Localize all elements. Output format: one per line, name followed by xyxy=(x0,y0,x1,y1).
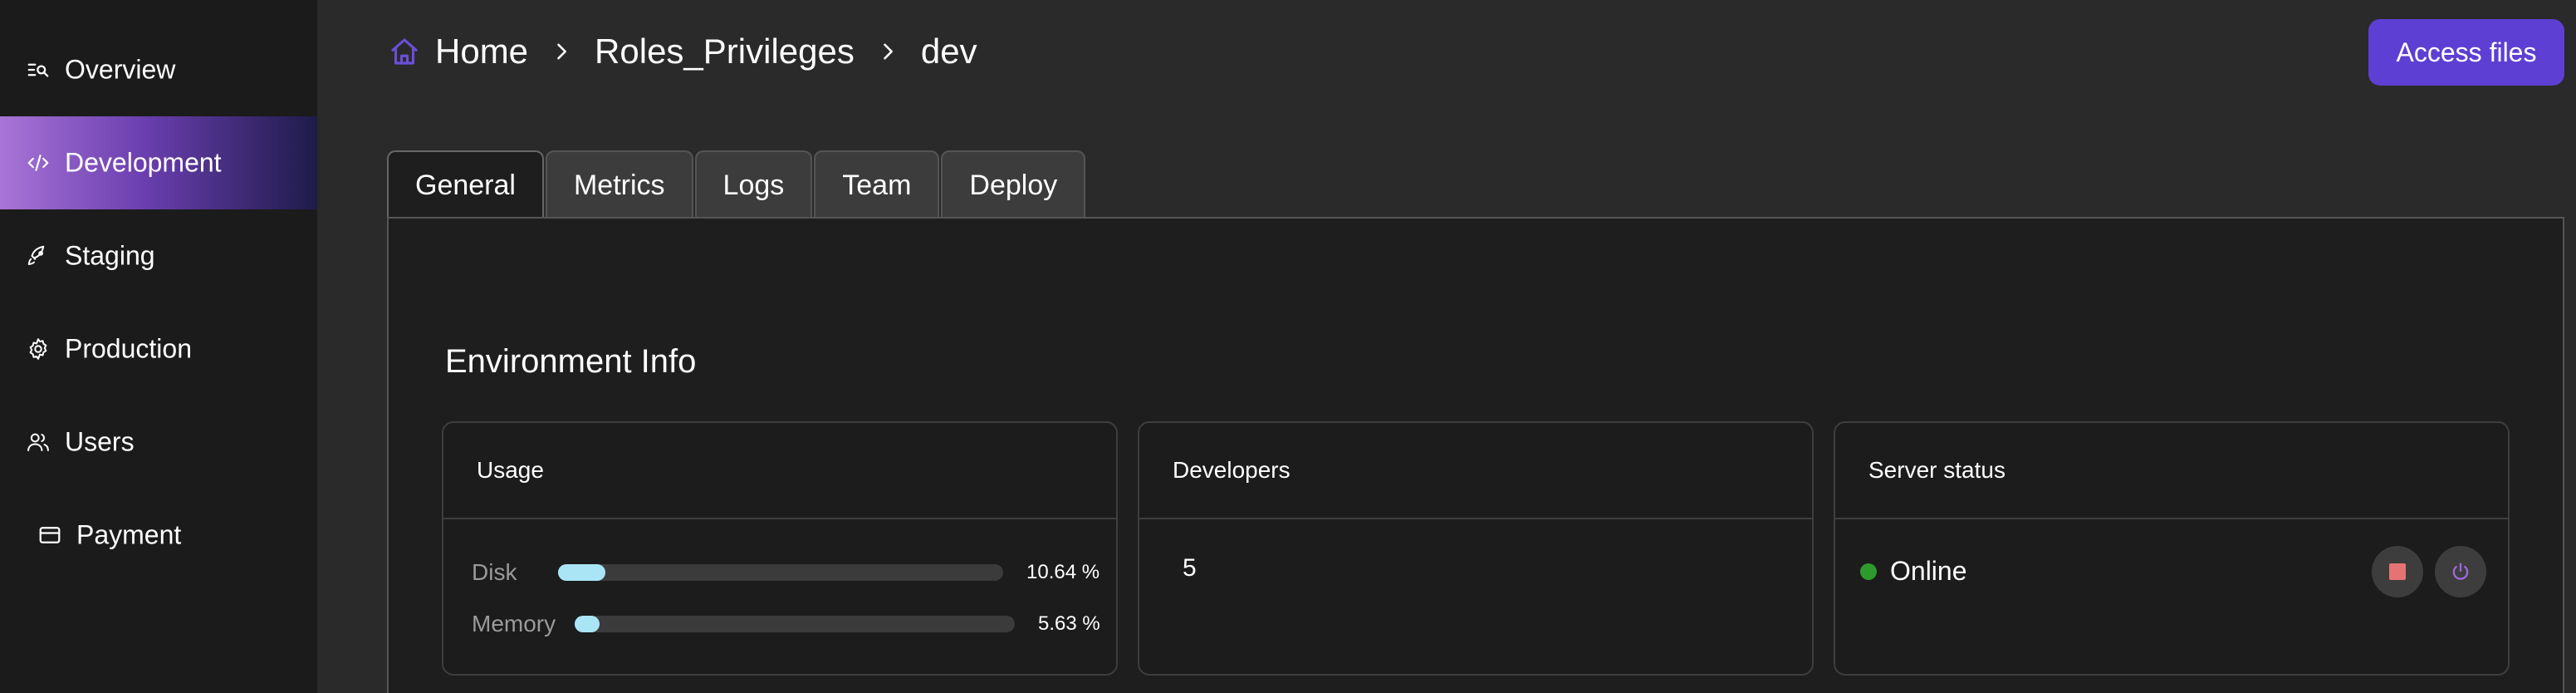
memory-progress-fill xyxy=(575,616,600,632)
chevron-right-icon xyxy=(876,40,899,63)
card-header: Usage xyxy=(443,423,1116,519)
section-title: Environment Info xyxy=(445,343,697,380)
sidebar-item-overview[interactable]: Overview xyxy=(0,23,317,116)
memory-progress-bar xyxy=(575,616,1015,632)
tab-general[interactable]: General xyxy=(387,150,544,219)
card-title: Server status xyxy=(1868,457,2005,483)
sidebar-item-label: Development xyxy=(65,147,222,178)
credit-card-icon xyxy=(37,522,63,548)
app-root: Overview Development Staging Production … xyxy=(0,0,2576,693)
breadcrumb-home[interactable]: Home xyxy=(435,32,528,71)
sidebar-item-label: Staging xyxy=(65,240,155,271)
server-status-card: Server status Online xyxy=(1834,421,2510,676)
memory-value: 5.63 % xyxy=(1038,612,1100,635)
developer-count: 5 xyxy=(1183,554,1197,582)
disk-label: Disk xyxy=(472,559,517,585)
card-title: Developers xyxy=(1173,457,1290,483)
restart-server-button[interactable] xyxy=(2435,546,2486,597)
rocket-icon xyxy=(25,243,51,269)
memory-label: Memory xyxy=(472,611,556,636)
sidebar-item-label: Payment xyxy=(76,519,182,550)
disk-progress-fill xyxy=(558,564,606,581)
sidebar-item-payment[interactable]: Payment xyxy=(0,489,317,582)
sidebar-item-label: Production xyxy=(65,333,192,364)
breadcrumb: Home Roles_Privileges dev xyxy=(387,23,977,80)
card-header: Developers xyxy=(1139,423,1812,519)
sidebar-item-staging[interactable]: Staging xyxy=(0,209,317,302)
users-icon xyxy=(25,429,51,455)
tab-bar: General Metrics Logs Team Deploy xyxy=(387,150,1087,219)
tab-panel-general: Environment Info Usage Disk 10.64 % Memo… xyxy=(387,217,2564,693)
disk-progress-bar xyxy=(558,564,1003,581)
developers-card: Developers 5 xyxy=(1138,421,1814,676)
tab-team[interactable]: Team xyxy=(814,150,940,219)
sidebar-item-label: Overview xyxy=(65,54,176,85)
breadcrumb-current: dev xyxy=(920,32,977,71)
card-title: Usage xyxy=(477,457,544,483)
usage-card: Usage Disk 10.64 % Memory 5.63 % xyxy=(442,421,1118,676)
power-icon xyxy=(2449,560,2472,583)
tab-metrics[interactable]: Metrics xyxy=(545,150,693,219)
sidebar-item-development[interactable]: Development xyxy=(0,116,317,209)
gear-icon xyxy=(25,336,51,362)
disk-usage-row: Disk 10.64 % xyxy=(472,556,1103,589)
stop-icon xyxy=(2389,563,2406,580)
card-header: Server status xyxy=(1835,423,2508,519)
memory-usage-row: Memory 5.63 % xyxy=(472,607,1103,641)
tab-logs[interactable]: Logs xyxy=(694,150,813,219)
list-search-icon xyxy=(25,57,51,83)
sidebar-item-users[interactable]: Users xyxy=(0,396,317,489)
chevron-right-icon xyxy=(550,40,573,63)
breadcrumb-section[interactable]: Roles_Privileges xyxy=(595,32,855,71)
tab-deploy[interactable]: Deploy xyxy=(941,150,1086,219)
disk-value: 10.64 % xyxy=(1026,561,1100,583)
code-icon xyxy=(25,150,51,176)
sidebar-item-label: Users xyxy=(65,426,135,457)
home-icon[interactable] xyxy=(387,34,422,69)
sidebar: Overview Development Staging Production … xyxy=(0,0,317,693)
sidebar-item-production[interactable]: Production xyxy=(0,302,317,396)
access-files-button[interactable]: Access files xyxy=(2368,19,2564,86)
server-status-text: Online xyxy=(1890,556,1967,586)
status-indicator-dot xyxy=(1860,563,1877,580)
stop-server-button[interactable] xyxy=(2372,546,2423,597)
